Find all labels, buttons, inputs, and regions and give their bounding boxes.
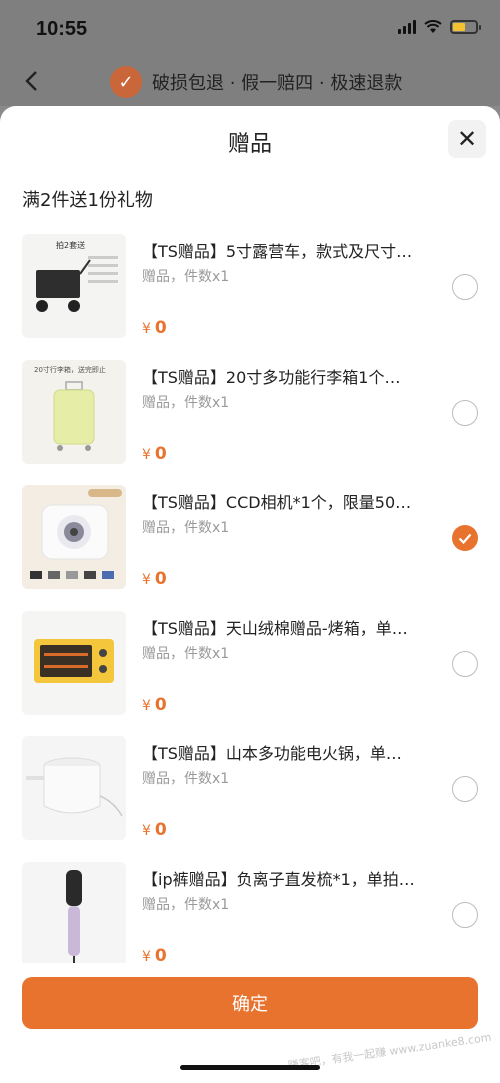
sheet-title: 赠品 <box>227 132 272 157</box>
thumb-label: 拍2套送 <box>56 240 85 250</box>
gift-price: ¥0 <box>142 318 167 338</box>
gift-thumbnail-camping-cart: 拍2套送 <box>22 234 126 338</box>
gift-subtitle: 赠品，件数x1 <box>142 645 230 662</box>
gift-title: 【TS赠品】山本多功能电火锅，单… <box>142 744 402 763</box>
price-value: 0 <box>154 694 167 715</box>
system-icons <box>398 20 481 34</box>
gift-price: ¥0 <box>142 569 167 589</box>
gift-subtitle: 赠品，件数x1 <box>142 520 230 536</box>
gift-thumbnail-hair-brush <box>22 861 126 966</box>
gift-thumbnail-oven <box>22 610 126 715</box>
price-value: 0 <box>154 318 167 338</box>
shield-check-icon: ✓ <box>110 66 142 98</box>
signal-icon <box>398 20 416 34</box>
wifi-icon <box>424 20 442 33</box>
gift-item[interactable]: 【TS赠品】CCD相机*1个，限量50… 赠品，件数x1 ¥0 <box>0 485 500 611</box>
gift-item[interactable]: 【TS赠品】山本多功能电火锅，单… 赠品，件数x1 ¥0 <box>0 736 500 862</box>
gift-title: 【TS赠品】5寸露营车，款式及尺寸… <box>142 242 413 261</box>
currency-symbol: ¥ <box>142 321 151 337</box>
close-button[interactable]: ✕ <box>448 120 486 158</box>
status-bar: 10:55 <box>0 0 500 58</box>
gift-subtitle: 赠品，件数x1 <box>142 394 230 411</box>
currency-symbol: ¥ <box>142 823 151 839</box>
gift-radio-selected[interactable] <box>452 525 478 551</box>
price-value: 0 <box>154 569 167 589</box>
gift-item[interactable]: 【TS赠品】天山绒棉赠品-烤箱，单… 赠品，件数x1 ¥0 <box>0 610 500 737</box>
gift-price: ¥0 <box>142 444 167 464</box>
gift-price: ¥0 <box>142 695 167 715</box>
gift-sheet: 赠品 ✕ 满2件送1份礼物 拍2套送 【TS赠品】5寸露营车，款式及尺寸… 赠品… <box>0 106 500 1083</box>
gift-radio[interactable] <box>452 274 478 300</box>
gift-thumbnail-hotpot <box>22 736 126 840</box>
gift-radio[interactable] <box>452 399 478 426</box>
check-icon <box>458 533 472 544</box>
gift-radio[interactable] <box>452 650 478 677</box>
chevron-left-icon <box>25 71 37 91</box>
gift-list: 拍2套送 【TS赠品】5寸露营车，款式及尺寸… 赠品，件数x1 ¥0 20寸行李… <box>0 234 500 987</box>
gift-title: 【TS赠品】CCD相机*1个，限量50… <box>142 493 412 512</box>
confirm-button[interactable]: 确定 <box>22 977 478 1029</box>
home-indicator[interactable] <box>180 1065 320 1070</box>
gift-item[interactable]: 拍2套送 【TS赠品】5寸露营车，款式及尺寸… 赠品，件数x1 ¥0 <box>0 234 500 360</box>
gift-thumbnail-camera <box>22 485 126 589</box>
gift-subtitle: 赠品，件数x1 <box>142 269 230 285</box>
gift-title: 【TS赠品】20寸多功能行李箱1个… <box>142 367 401 387</box>
gift-item[interactable]: 20寸行李箱，送完即止 【TS赠品】20寸多功能行李箱1个… 赠品，件数x1 ¥… <box>0 359 500 486</box>
gift-price: ¥0 <box>142 820 167 840</box>
promo-text: 满2件送1份礼物 <box>22 190 153 211</box>
currency-symbol: ¥ <box>142 572 151 588</box>
gift-subtitle: 赠品，件数x1 <box>142 771 230 787</box>
gift-radio[interactable] <box>452 776 478 802</box>
status-time: 10:55 <box>36 18 88 40</box>
gift-subtitle: 赠品，件数x1 <box>142 896 230 913</box>
guarantee-text: 破损包退 · 假一赔四 · 极速退款 <box>152 73 403 94</box>
thumb-label: 20寸行李箱，送完即止 <box>34 365 106 374</box>
page-header: ✓ 破损包退 · 假一赔四 · 极速退款 <box>0 58 500 106</box>
currency-symbol: ¥ <box>142 446 151 463</box>
price-value: 0 <box>154 443 167 464</box>
close-icon: ✕ <box>456 125 478 153</box>
currency-symbol: ¥ <box>142 697 151 714</box>
battery-icon <box>450 20 481 34</box>
gift-title: 【ip裤赠品】负离子直发梳*1，单拍… <box>142 869 415 889</box>
guarantee-banner: ✓ 破损包退 · 假一赔四 · 极速退款 <box>110 66 402 98</box>
sheet-footer: 确定 赚客吧，有我一起赚 www.zuanke8.com <box>0 963 500 1083</box>
gift-radio[interactable] <box>452 901 478 928</box>
back-button[interactable] <box>16 66 46 96</box>
gift-title: 【TS赠品】天山绒棉赠品-烤箱，单… <box>142 618 408 638</box>
price-value: 0 <box>154 820 167 840</box>
gift-thumbnail-luggage: 20寸行李箱，送完即止 <box>22 359 126 464</box>
